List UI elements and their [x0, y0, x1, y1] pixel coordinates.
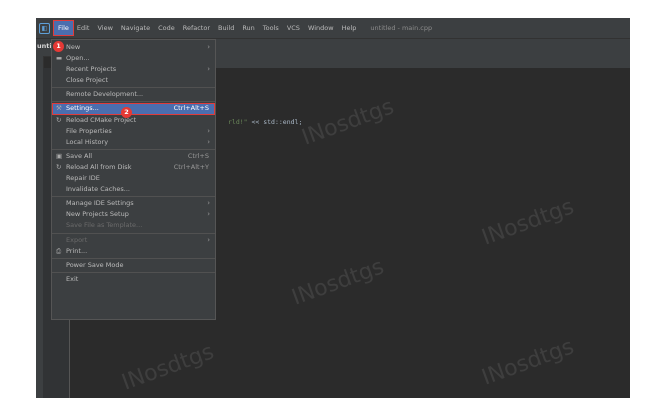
folder-icon: ▬	[56, 54, 63, 63]
menu-item-label: Invalidate Caches...	[66, 185, 131, 194]
menu-separator	[52, 87, 215, 89]
menu-item-label: File Properties	[66, 126, 112, 135]
menu-code[interactable]: Code	[154, 21, 179, 35]
menu-navigate[interactable]: Navigate	[117, 21, 154, 35]
chevron-right-icon: ›	[207, 210, 210, 219]
menu-item-label: Settings...	[66, 104, 99, 113]
menu-item-label: Power Save Mode	[66, 260, 124, 269]
menu-separator	[52, 257, 215, 259]
menu-file[interactable]: File	[53, 20, 74, 36]
menu-item-label: Print...	[66, 246, 88, 255]
menu-run[interactable]: Run	[238, 21, 258, 35]
code-string: rld!"	[228, 118, 248, 126]
save-icon: ▣	[56, 151, 63, 160]
menu-separator	[52, 101, 215, 103]
menu-separator	[52, 271, 215, 273]
menu-view[interactable]: View	[93, 21, 116, 35]
menu-separator	[52, 232, 215, 234]
chevron-right-icon: ›	[207, 126, 210, 135]
menu-item-power-save-mode[interactable]: Power Save Mode	[52, 260, 215, 271]
menu-item-label: Save File as Template...	[66, 221, 143, 230]
menu-item-label: Reload All from Disk	[66, 162, 132, 171]
menu-item-save-all[interactable]: ▣ Save All Ctrl+S	[52, 151, 215, 162]
window-title: untitled - main.cpp	[370, 24, 433, 32]
chevron-right-icon: ›	[207, 43, 210, 51]
ide-window: ◧ File Edit View Navigate Code Refactor Build R…	[36, 18, 630, 398]
menu-separator	[52, 196, 215, 198]
reload-icon: ↻	[56, 115, 62, 124]
shortcut-label: Ctrl+Alt+Y	[173, 162, 209, 171]
menu-item-remote-development[interactable]: Remote Development...	[52, 89, 215, 100]
chevron-right-icon: ›	[207, 137, 210, 146]
menu-item-new-projects-setup[interactable]: New Projects Setup ›	[52, 209, 215, 220]
menu-item-settings[interactable]: ⚒ Settings... Ctrl+Alt+S	[52, 103, 215, 115]
code-rest: << std::endl;	[247, 118, 303, 126]
printer-icon: ⎙	[56, 246, 62, 255]
menu-build[interactable]: Build	[214, 21, 238, 35]
chevron-right-icon: ›	[207, 199, 210, 208]
menu-item-file-properties[interactable]: File Properties ›	[52, 126, 215, 137]
menu-item-reload-cmake-project[interactable]: ↻ Reload CMake Project	[52, 115, 215, 126]
shortcut-label: Ctrl+Alt+S	[173, 104, 209, 113]
menu-item-label: Save All	[66, 151, 93, 160]
menu-window[interactable]: Window	[304, 21, 338, 35]
file-menu-dropdown: New › ▬ Open... Recent Projects › Close Projec…	[51, 39, 216, 320]
menu-item-label: Recent Projects	[66, 65, 117, 74]
reload-icon: ↻	[56, 162, 62, 171]
step-badge-1: 1	[53, 41, 64, 52]
menu-item-exit[interactable]: Exit	[52, 274, 215, 285]
menu-item-label: Remote Development...	[66, 90, 144, 99]
menu-item-export: Export ›	[52, 235, 215, 246]
menu-item-label: Open...	[66, 54, 90, 63]
menu-item-invalidate-caches[interactable]: Invalidate Caches...	[52, 184, 215, 195]
menu-item-label: Manage IDE Settings	[66, 199, 134, 208]
menu-refactor[interactable]: Refactor	[179, 21, 214, 35]
menu-item-label: New Projects Setup	[66, 210, 129, 219]
menu-item-save-file-as-template: Save File as Template...	[52, 220, 215, 231]
menu-edit[interactable]: Edit	[73, 21, 94, 35]
menu-item-label: Local History	[66, 137, 109, 146]
step-badge-2: 2	[121, 107, 132, 118]
menu-item-label: Exit	[66, 274, 79, 283]
shortcut-label: Ctrl+S	[187, 151, 209, 160]
menu-item-open[interactable]: ▬ Open...	[52, 53, 215, 64]
menu-item-close-project[interactable]: Close Project	[52, 75, 215, 86]
ide-logo-icon: ◧	[39, 22, 50, 34]
menu-item-label: Export	[66, 235, 88, 244]
menu-item-recent-projects[interactable]: Recent Projects ›	[52, 64, 215, 75]
code-line[interactable]: rld!" << std::endl;	[228, 118, 302, 126]
menu-item-label: Close Project	[66, 76, 109, 85]
menu-item-manage-ide-settings[interactable]: Manage IDE Settings ›	[52, 198, 215, 209]
wrench-icon: ⚒	[56, 104, 62, 113]
menu-item-local-history[interactable]: Local History ›	[52, 137, 215, 148]
menu-item-label: New	[66, 43, 81, 51]
menu-item-repair-ide[interactable]: Repair IDE	[52, 173, 215, 184]
menu-vcs[interactable]: VCS	[283, 21, 304, 35]
menu-item-print[interactable]: ⎙ Print...	[52, 246, 215, 257]
menu-bar: ◧ File Edit View Navigate Code Refactor Build R…	[36, 18, 630, 38]
menu-item-reload-all-from-disk[interactable]: ↻ Reload All from Disk Ctrl+Alt+Y	[52, 162, 215, 173]
menu-help[interactable]: Help	[338, 21, 361, 35]
menu-item-label: Repair IDE	[66, 174, 100, 183]
menu-item-new[interactable]: New ›	[52, 42, 215, 53]
menu-separator	[52, 148, 215, 150]
chevron-right-icon: ›	[207, 235, 210, 244]
menu-tools[interactable]: Tools	[259, 21, 283, 35]
chevron-right-icon: ›	[207, 65, 210, 74]
